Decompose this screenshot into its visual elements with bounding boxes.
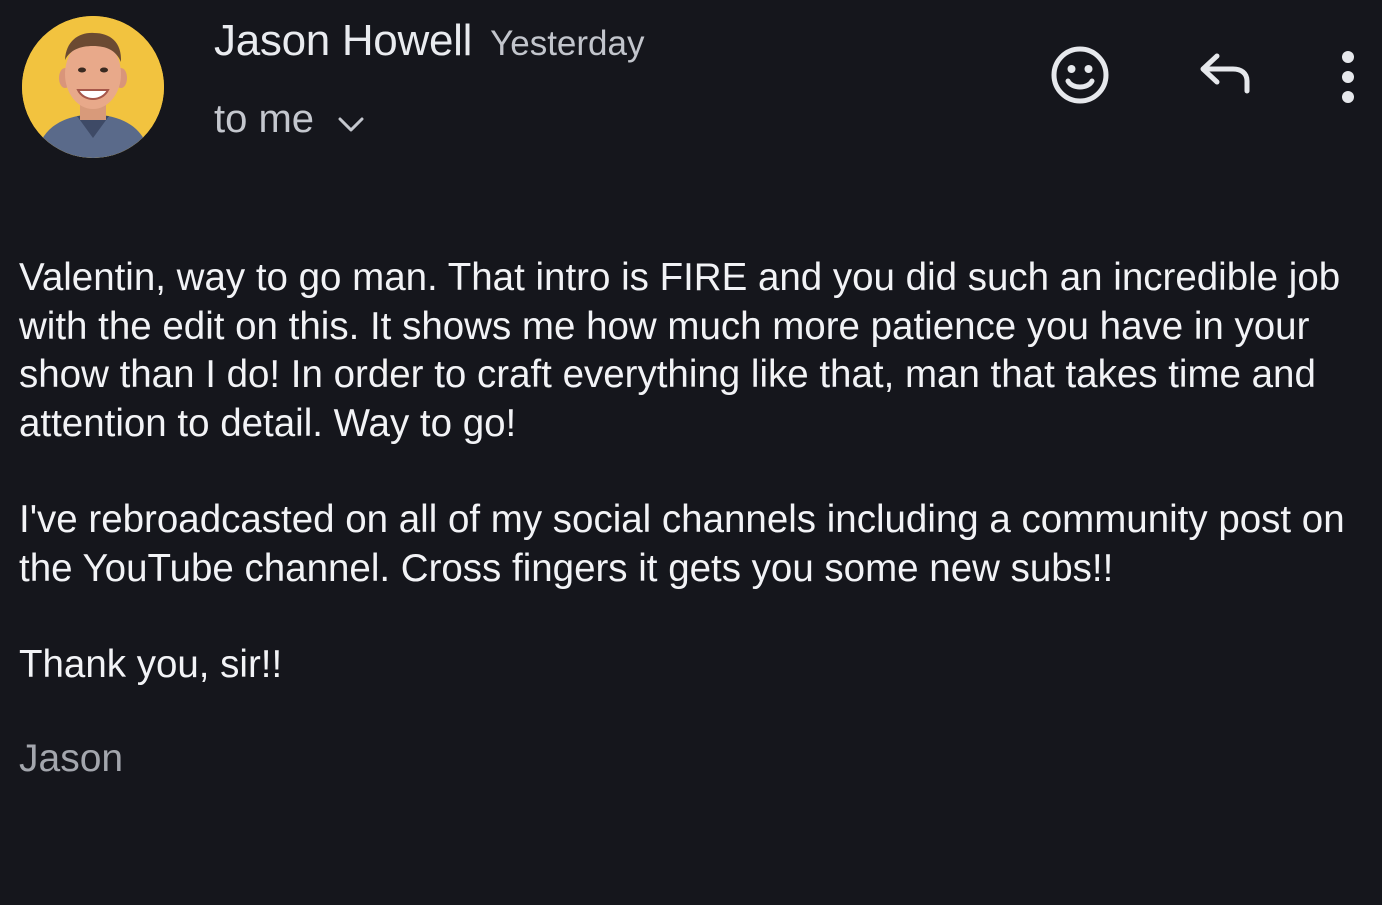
message-timestamp: Yesterday: [490, 24, 645, 63]
message-body: Valentin, way to go man. That intro is F…: [19, 254, 1369, 738]
reply-icon: [1200, 53, 1250, 94]
chevron-down-icon: [336, 104, 366, 134]
recipient-label: to me: [214, 96, 315, 141]
recipient-details-toggle[interactable]: to me: [214, 92, 366, 146]
add-reaction-button[interactable]: [1045, 40, 1115, 110]
reply-button[interactable]: [1188, 40, 1258, 110]
message-signature: Jason: [19, 737, 124, 780]
more-vert-icon: [1342, 51, 1354, 103]
more-options-button[interactable]: [1313, 40, 1382, 110]
emoji-icon: [1051, 46, 1109, 104]
message-paragraph: Thank you, sir!!: [19, 643, 283, 686]
message-paragraph: I've rebroadcasted on all of my social c…: [19, 498, 1345, 590]
sender-header: Jason Howell Yesterday: [214, 16, 644, 76]
sender-name[interactable]: Jason Howell: [214, 16, 472, 66]
sender-avatar[interactable]: [22, 16, 164, 158]
message-paragraph: Valentin, way to go man. That intro is F…: [19, 256, 1341, 445]
avatar-photo-icon: [22, 16, 164, 158]
